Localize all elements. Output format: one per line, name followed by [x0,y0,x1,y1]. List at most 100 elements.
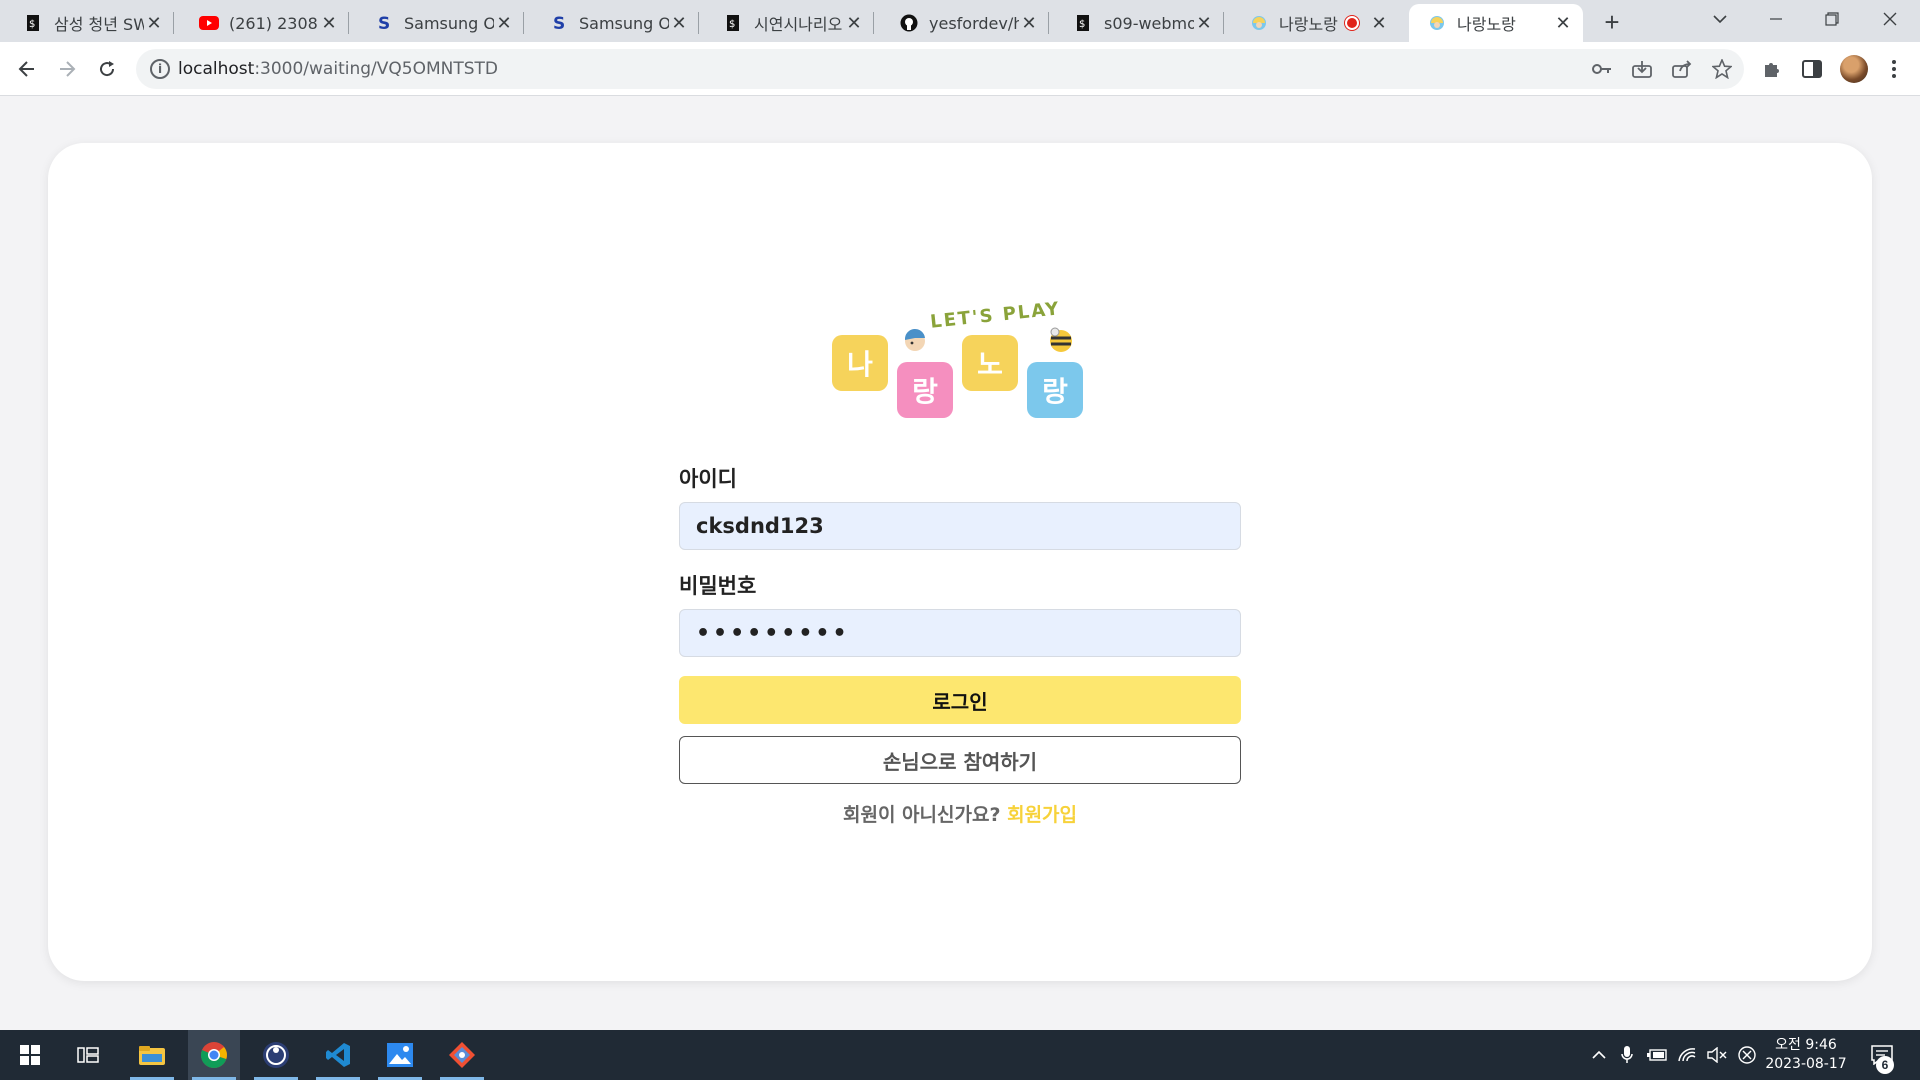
logo-tile-na: 나 [832,335,888,391]
tab-separator [348,12,349,34]
tab-close-icon[interactable]: ✕ [669,13,689,33]
browser-tab[interactable]: $ s09-webmobil ✕ [1056,4,1224,42]
new-tab-button[interactable]: + [1596,6,1628,38]
signup-prompt-line: 회원이 아니신가요? 회원가입 [679,800,1241,827]
photos-icon[interactable] [374,1030,426,1080]
address-bar[interactable]: i localhost:3000/waiting/VQ5OMNTSTD [136,49,1744,89]
tab-separator [173,12,174,34]
windows-taskbar: 오전 9:46 2023-08-17 6 [0,1030,1920,1080]
back-arrow-icon[interactable] [11,53,43,85]
tab-title: 시연시나리오 [754,15,843,34]
clock-time: 오전 9:46 [1775,1037,1837,1053]
reload-icon[interactable] [91,53,123,85]
tab-title: Samsung Ope [404,13,494,33]
tab-title: yesfordev/hor [929,13,1019,33]
browser-tab[interactable]: S Samsung Ope ✕ [531,4,699,42]
tab-close-icon[interactable]: ✕ [844,13,864,33]
battery-icon[interactable] [1644,1030,1670,1080]
extensions-puzzle-icon[interactable] [1758,55,1786,83]
tab-close-icon[interactable]: ✕ [1194,13,1214,33]
profile-avatar[interactable] [1840,55,1868,83]
tab-separator [698,12,699,34]
samsung-s-icon: S [549,13,569,33]
obs-studio-icon[interactable] [250,1030,302,1080]
tab-close-icon[interactable]: ✕ [319,13,339,33]
notification-count-badge: 6 [1876,1056,1894,1074]
tab-title: Samsung Ope [579,13,669,33]
guest-join-button[interactable]: 손님으로 참여하기 [679,736,1241,784]
page-viewport [0,97,1920,1030]
browser-tab[interactable]: $ 시연시나리오 ✕ [706,4,874,42]
password-input[interactable]: ••••••••• [679,609,1241,657]
svg-text:$: $ [29,19,35,30]
url-host: localhost [178,59,255,79]
logo-tile-rang-2: 랑 [1027,362,1083,418]
tab-title: 나랑노랑 [1457,15,1516,34]
tab-close-icon[interactable]: ✕ [1019,13,1039,33]
taskbar-clock[interactable]: 오전 9:46 2023-08-17 [1758,1036,1854,1074]
tab-close-icon[interactable]: ✕ [1369,13,1389,33]
chrome-icon[interactable] [188,1030,240,1080]
browser-tab[interactable]: yesfordev/hor ✕ [881,4,1049,42]
install-app-icon[interactable] [1630,57,1654,81]
browser-tab[interactable]: (261) 230817 ✕ [181,4,349,42]
task-view-icon[interactable] [62,1030,114,1080]
signup-link[interactable]: 회원가입 [1007,804,1077,826]
svg-text:S: S [553,14,565,32]
youtube-icon [199,13,219,33]
ssafy-icon: $ [1074,13,1094,33]
github-icon [899,13,919,33]
chick-blue-cap-icon [904,328,925,351]
share-icon[interactable] [1670,57,1694,81]
tab-close-icon[interactable]: ✕ [144,13,164,33]
minimize-icon[interactable] [1748,0,1804,38]
window-close-icon[interactable] [1862,0,1918,38]
narang-icon [1249,13,1269,33]
site-info-icon[interactable]: i [150,59,170,79]
ime-status-icon[interactable] [1734,1030,1760,1080]
tab-title: 나랑노랑 [1279,15,1338,34]
recording-icon [1345,16,1359,30]
browser-tab[interactable]: S Samsung Ope ✕ [356,4,524,42]
tab-separator [873,12,874,34]
samsung-s-icon: S [374,13,394,33]
login-card [48,143,1872,981]
bookmark-star-icon[interactable] [1710,57,1734,81]
git-kraken-icon[interactable] [436,1030,488,1080]
side-panel-icon[interactable] [1798,55,1826,83]
wifi-icon[interactable] [1674,1030,1700,1080]
restore-icon[interactable] [1804,0,1860,38]
url-text[interactable]: localhost:3000/waiting/VQ5OMNTSTD [178,59,498,79]
volume-muted-icon[interactable] [1704,1030,1730,1080]
id-input[interactable]: cksdnd123 [679,502,1241,550]
tab-title: (261) 230817 [229,13,319,33]
file-explorer-icon[interactable] [126,1030,178,1080]
tab-title: 삼성 청년 SW [54,15,144,34]
forward-arrow-icon[interactable] [51,53,83,85]
tab-search-icon[interactable] [1692,0,1748,38]
logo-tile-rang: 랑 [897,362,953,418]
login-button[interactable]: 로그인 [679,676,1241,724]
signup-prompt-text: 회원이 아니신가요? [842,804,1001,826]
tray-overflow-chevron-icon[interactable] [1586,1030,1612,1080]
tab-close-icon[interactable]: ✕ [1553,13,1573,33]
browser-tab-active[interactable]: 나랑노랑 ✕ [1409,4,1583,42]
key-icon[interactable] [1590,57,1614,81]
clock-date: 2023-08-17 [1765,1056,1847,1072]
browser-tab[interactable]: $ 삼성 청년 SW ✕ [6,4,174,42]
narang-icon [1427,13,1447,33]
url-path: :3000/waiting/VQ5OMNTSTD [254,59,498,79]
vscode-icon[interactable] [312,1030,364,1080]
microphone-icon[interactable] [1614,1030,1640,1080]
ssafy-icon: $ [24,13,44,33]
logo-tile-no: 노 [962,335,1018,391]
browser-toolbar: i localhost:3000/waiting/VQ5OMNTSTD [0,42,1920,96]
tab-close-icon[interactable]: ✕ [494,13,514,33]
windows-start-icon[interactable] [4,1030,56,1080]
tab-title: s09-webmobil [1104,13,1194,33]
id-label: 아이디 [679,467,737,491]
svg-text:$: $ [729,19,735,30]
tab-strip: $ 삼성 청년 SW ✕ (261) 230817 ✕ S Samsung Op… [0,0,1920,42]
browser-tab[interactable]: 나랑노랑 ✕ [1231,4,1399,42]
kebab-menu-icon[interactable] [1880,55,1908,83]
